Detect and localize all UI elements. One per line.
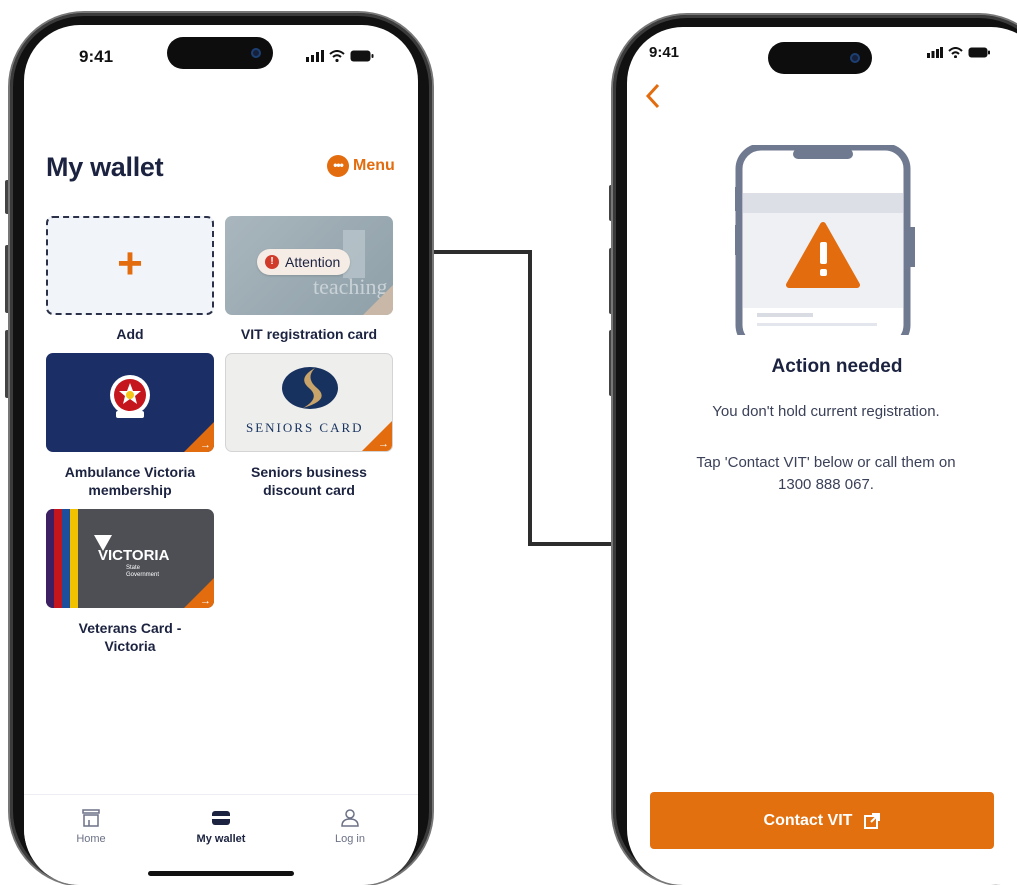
right-phone-frame: 9:41 Action needed You don't hold curren… — [613, 15, 1017, 885]
nav-my-wallet-label: My wallet — [196, 833, 246, 845]
veterans-card[interactable]: VICTORIA State Government → — [46, 509, 214, 608]
external-link-icon — [864, 812, 881, 829]
registration-message: You don't hold current registration. — [712, 403, 940, 420]
status-icons — [306, 50, 374, 62]
wallet-icon — [212, 811, 230, 825]
user-icon — [341, 809, 359, 827]
nav-home[interactable]: Home — [51, 809, 131, 845]
arrow-right-icon: → — [200, 439, 211, 451]
signal-icon — [306, 50, 324, 62]
vit-registration-card[interactable]: teaching ! Attention — [225, 216, 393, 315]
status-time: 9:41 — [649, 44, 680, 61]
status-icons — [927, 47, 990, 58]
wifi-icon — [948, 47, 963, 58]
seniors-logo-icon — [282, 367, 338, 409]
attention-label: Attention — [285, 254, 341, 270]
arrow-right-icon: → — [200, 595, 211, 607]
home-icon — [82, 809, 100, 827]
contact-instructions: Tap 'Contact VIT' below or call them on … — [696, 454, 956, 493]
home-indicator — [148, 871, 294, 876]
bottom-nav: Home My wallet Log in — [24, 794, 418, 885]
arrow-right-icon: → — [378, 438, 389, 450]
chevron-left-icon — [645, 83, 660, 109]
ambulance-victoria-card[interactable]: → — [46, 353, 214, 452]
left-phone-frame: 9:41 My wallet ••• Menu + Add teaching !… — [10, 13, 432, 885]
add-card-tile[interactable]: + — [46, 216, 214, 315]
ambulance-logo-icon — [110, 375, 150, 418]
page-title: My wallet — [46, 152, 164, 182]
plus-icon: + — [117, 238, 143, 288]
veterans-card-label: Veterans Card - Victoria — [78, 620, 182, 654]
vit-card-label: VIT registration card — [240, 326, 378, 342]
victoria-triangle-icon — [94, 535, 112, 551]
menu-button[interactable]: ••• Menu — [327, 155, 395, 177]
status-time: 9:41 — [79, 47, 114, 66]
nav-my-wallet[interactable]: My wallet — [181, 809, 261, 845]
seniors-card-text: SENIORS CARD — [246, 420, 364, 435]
more-dots-icon: ••• — [327, 155, 349, 177]
nav-log-in-label: Log in — [335, 833, 365, 845]
wallet-screen: 9:41 My wallet ••• Menu + Add teaching !… — [24, 25, 418, 885]
back-button[interactable] — [645, 83, 661, 117]
attention-badge: ! Attention — [257, 249, 351, 275]
signal-icon — [927, 47, 943, 58]
ambulance-card-label: Ambulance Victoria membership — [64, 464, 196, 498]
nav-log-in[interactable]: Log in — [310, 809, 390, 845]
battery-icon — [968, 47, 990, 58]
phone-warning-illustration — [735, 145, 915, 335]
alert-icon: ! — [265, 255, 279, 269]
action-title: Action needed — [771, 356, 903, 377]
add-card-label: Add — [116, 326, 144, 342]
victoria-state-text: State Government — [126, 565, 160, 578]
wifi-icon — [329, 50, 345, 62]
action-needed-screen: 9:41 Action needed You don't hold curren… — [627, 27, 1017, 885]
dynamic-island — [768, 42, 872, 74]
battery-icon — [350, 50, 374, 62]
menu-label: Menu — [353, 157, 395, 174]
seniors-card-label: Seniors business discount card — [251, 464, 367, 498]
nav-home-label: Home — [76, 833, 106, 845]
dynamic-island — [167, 37, 273, 69]
seniors-card[interactable]: SENIORS CARD → — [225, 353, 393, 452]
contact-vit-button[interactable]: Contact VIT — [650, 792, 994, 849]
contact-vit-label: Contact VIT — [763, 811, 853, 829]
